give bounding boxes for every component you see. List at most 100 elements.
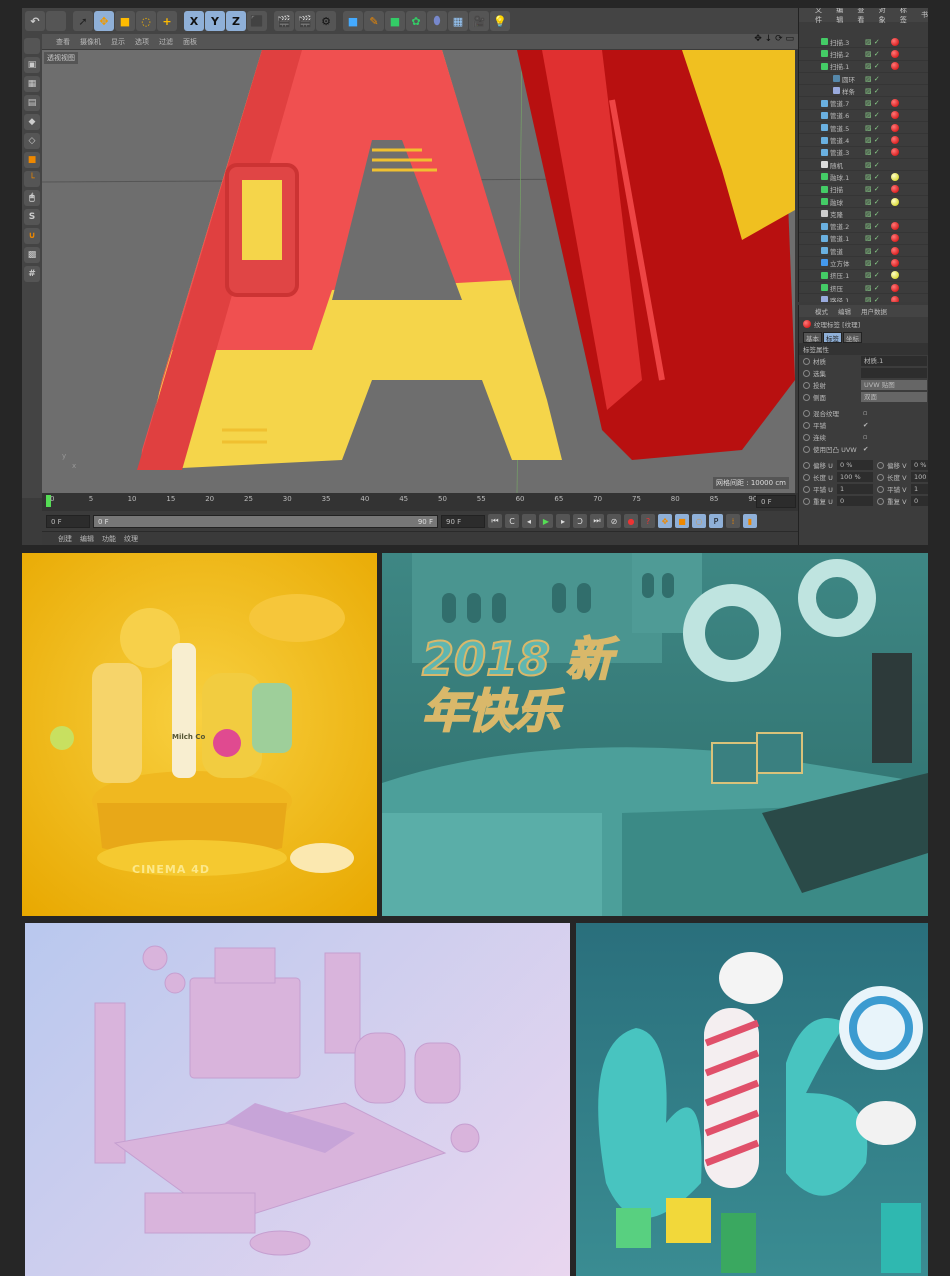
start-frame-field[interactable]: 0 F <box>46 514 90 528</box>
workplane-icon[interactable]: ▤ <box>24 95 40 111</box>
menu-view[interactable]: 查看 <box>857 8 870 25</box>
record-keys-icon[interactable]: ● <box>624 514 638 528</box>
coordinate-system-icon[interactable]: ⬛ <box>247 11 267 31</box>
object-row[interactable]: 管道.1 ▨ ✓ <box>799 233 928 246</box>
object-row[interactable]: 扫描 ▨ ✓ <box>799 184 928 196</box>
key-scale-icon[interactable]: ■ <box>675 514 689 528</box>
subdivision-icon[interactable]: ■ <box>385 11 405 31</box>
field-value[interactable]: 材质.1 <box>861 356 927 366</box>
key-position-icon[interactable]: ✥ <box>658 514 672 528</box>
material-tag-icon[interactable] <box>891 283 899 292</box>
menu-edit[interactable]: 编辑 <box>838 306 851 316</box>
material-tag-icon[interactable] <box>891 49 899 58</box>
camera-icon[interactable]: 🎥 <box>469 11 489 31</box>
tab-basic[interactable]: 基本 <box>803 331 822 343</box>
current-frame-field[interactable]: 0 F <box>756 495 796 508</box>
snap-icon[interactable]: S <box>24 209 40 225</box>
add-icon[interactable]: + <box>157 11 177 31</box>
grid-icon[interactable]: # <box>24 266 40 282</box>
menu-edit[interactable]: 编辑 <box>80 534 94 544</box>
auto-keying-icon[interactable]: ? <box>641 514 655 528</box>
light-icon[interactable]: 💡 <box>490 11 510 31</box>
material-tag-icon[interactable] <box>891 37 899 46</box>
axis-mode-icon[interactable]: └ <box>24 171 40 187</box>
cube-icon[interactable]: ■ <box>343 11 363 31</box>
animate-radio[interactable] <box>803 421 810 429</box>
animate-radio[interactable] <box>803 497 810 505</box>
field-value[interactable]: UVW 贴图 <box>861 380 927 390</box>
visibility-check-icon[interactable]: ▨ ✓ <box>865 111 880 119</box>
visibility-check-icon[interactable]: ▨ ✓ <box>865 136 880 144</box>
animate-radio[interactable] <box>803 381 810 389</box>
animate-radio[interactable] <box>877 473 884 481</box>
animate-radio[interactable] <box>803 369 810 377</box>
points-mode-icon[interactable]: ◆ <box>24 114 40 130</box>
redo-icon[interactable] <box>46 11 66 31</box>
polygons-mode-icon[interactable]: ■ <box>24 152 40 168</box>
object-row[interactable]: 管道.4 ▨ ✓ <box>799 134 928 147</box>
menu-display[interactable]: 显示 <box>111 37 125 47</box>
material-tag-icon[interactable] <box>891 295 899 302</box>
field-value[interactable]: 双面 <box>861 392 927 402</box>
visibility-check-icon[interactable]: ▨ ✓ <box>865 99 880 107</box>
cloner-icon[interactable]: ✿ <box>406 11 426 31</box>
texture-mode-icon[interactable]: ▦ <box>24 76 40 92</box>
object-row[interactable]: 管道.2 ▨ ✓ <box>799 220 928 233</box>
object-row[interactable]: 扫描.3 ▨ ✓ <box>799 36 928 49</box>
object-row[interactable]: 挤压 ▨ ✓ <box>799 282 928 295</box>
model-mode-icon[interactable]: ▣ <box>24 57 40 73</box>
visibility-check-icon[interactable]: ▨ ✓ <box>865 234 880 242</box>
checked-checkbox[interactable]: ✔ <box>863 445 868 453</box>
lock-icon[interactable]: ▩ <box>24 247 40 263</box>
go-to-end-icon[interactable]: ⏭ <box>590 514 604 528</box>
select-icon[interactable]: ➚ <box>73 11 93 31</box>
previous-frame-icon[interactable]: ◂ <box>522 514 536 528</box>
end-frame-field[interactable]: 90 F <box>441 514 485 528</box>
visibility-check-icon[interactable]: ▨ ✓ <box>865 173 880 181</box>
animate-radio[interactable] <box>803 473 810 481</box>
material-tag-icon[interactable] <box>891 222 899 231</box>
animate-radio[interactable] <box>877 461 884 469</box>
key-parameter-icon[interactable]: P <box>709 514 723 528</box>
motion-record-icon[interactable]: ⊘ <box>607 514 621 528</box>
animate-radio[interactable] <box>803 433 810 441</box>
render-settings-icon[interactable]: ⚙ <box>316 11 336 31</box>
object-row[interactable]: 挤压.1 ▨ ✓ <box>799 270 928 282</box>
material-tag-icon[interactable] <box>891 234 899 243</box>
animate-radio[interactable] <box>877 485 884 493</box>
menu-view[interactable]: 查看 <box>56 37 70 47</box>
previous-key-icon[interactable]: C <box>505 514 519 528</box>
uv-value[interactable]: 100 <box>911 472 928 482</box>
perspective-viewport[interactable]: yx 透视视图 网格间距 : 10000 cm <box>42 50 795 493</box>
object-row[interactable]: 扫描.1 ▨ ✓ <box>799 61 928 73</box>
visibility-check-icon[interactable]: ▨ ✓ <box>865 210 880 218</box>
range-slider[interactable]: 0 F 90 F <box>93 514 438 528</box>
menu-filter[interactable]: 过滤 <box>159 37 173 47</box>
object-row[interactable]: 圆环 ▨ ✓ <box>799 73 928 86</box>
tab-coordinates[interactable]: 坐标 <box>843 331 862 343</box>
key-pla-icon[interactable]: ⁞ <box>726 514 740 528</box>
material-tag-icon[interactable] <box>891 136 899 145</box>
deformer-icon[interactable]: ⬮ <box>427 11 447 31</box>
material-tag-icon[interactable] <box>891 271 899 280</box>
menu-object[interactable]: 对象 <box>879 8 892 25</box>
menu-texture[interactable]: 纹理 <box>124 534 138 544</box>
key-rotation-icon[interactable]: ◌ <box>692 514 706 528</box>
uv-value[interactable]: 0 % <box>911 460 928 470</box>
visibility-check-icon[interactable]: ▨ ✓ <box>865 296 880 302</box>
menu-bookmarks[interactable]: 书 <box>921 10 928 20</box>
go-to-start-icon[interactable]: ⏮ <box>488 514 502 528</box>
uv-value[interactable]: 1 <box>837 484 873 494</box>
object-row[interactable]: 克隆 ▨ ✓ <box>799 208 928 221</box>
checked-checkbox[interactable]: ✔ <box>863 421 868 429</box>
move-icon[interactable]: ✥ <box>94 11 114 31</box>
visibility-check-icon[interactable]: ▨ ✓ <box>865 87 880 95</box>
object-row[interactable]: 样条 ▨ ✓ <box>799 85 928 98</box>
material-tag-icon[interactable] <box>891 258 899 267</box>
uv-value[interactable]: 0 % <box>837 460 873 470</box>
object-row[interactable]: 管道.7 ▨ ✓ <box>799 97 928 110</box>
tab-tag[interactable]: 标签 <box>823 331 842 343</box>
object-row[interactable]: 管道.6 ▨ ✓ <box>799 110 928 123</box>
mode-icon[interactable] <box>24 38 40 54</box>
material-tag-icon[interactable] <box>891 185 899 194</box>
